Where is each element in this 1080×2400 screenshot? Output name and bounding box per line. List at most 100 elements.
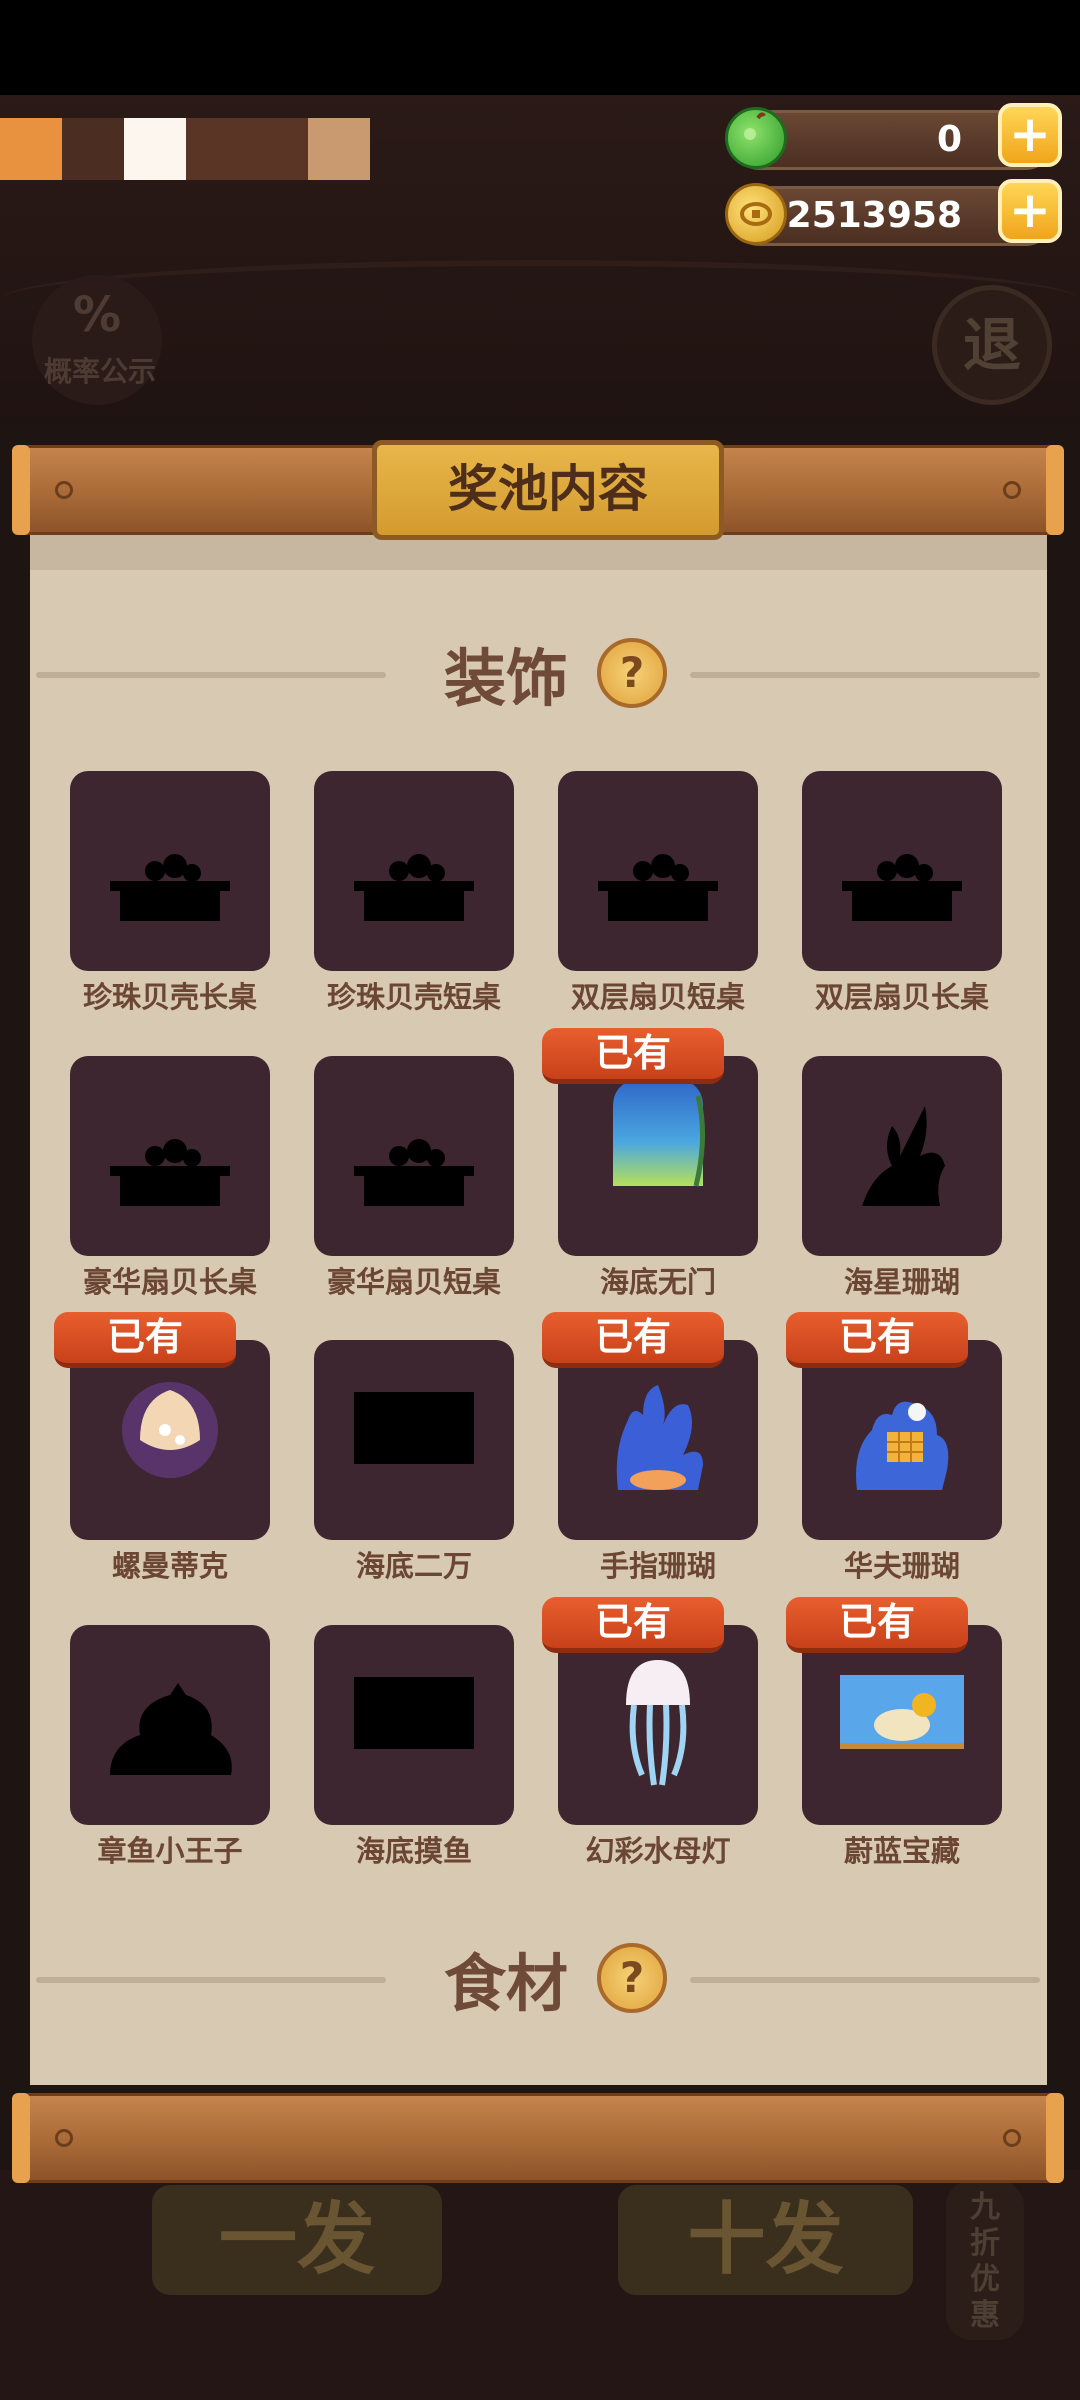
decor-section-header: 装饰 ? — [30, 628, 1047, 718]
divider-right — [690, 672, 1040, 678]
owned-badge: 已有 — [542, 1312, 724, 1368]
table-silhouette-icon — [110, 1139, 230, 1206]
decor-item-icon-box[interactable] — [802, 1625, 1002, 1825]
nail-icon — [1003, 481, 1021, 499]
decor-item-name: 海底二万 — [355, 1549, 472, 1583]
decor-item-icon-box[interactable] — [558, 1340, 758, 1540]
treasure-painting-icon — [840, 1675, 964, 1749]
decor-item-icon-box[interactable] — [70, 1625, 270, 1825]
panel-bottom-plank — [12, 2093, 1064, 2183]
owned-badge: 已有 — [54, 1312, 236, 1368]
decor-item[interactable]: 幻彩水母灯 已有 — [542, 1597, 758, 1868]
decor-item-name: 手指珊瑚 — [599, 1549, 716, 1583]
decor-item[interactable]: 螺曼蒂克 已有 — [54, 1312, 270, 1583]
decor-item-name: 海底无门 — [599, 1265, 716, 1299]
owned-badge: 已有 — [542, 1597, 724, 1653]
ingredients-help-icon[interactable]: ? — [597, 1943, 667, 2013]
ingredients-section-title: 食材 — [444, 1947, 569, 2020]
gold-coin-icon — [725, 183, 787, 245]
color-swatch-5 — [308, 118, 370, 180]
decor-item-name: 华夫珊瑚 — [843, 1549, 960, 1583]
decor-item[interactable]: 豪华扇贝短桌 — [314, 1056, 514, 1299]
coral-silhouette-icon — [862, 1106, 945, 1206]
decor-item[interactable]: 华夫珊瑚 已有 — [786, 1312, 1002, 1583]
rect-silhouette-icon — [354, 1392, 474, 1464]
header-arch — [0, 260, 1080, 426]
table-silhouette-icon — [354, 854, 474, 921]
decor-item[interactable]: 手指珊瑚 已有 — [542, 1312, 758, 1583]
plank-cap-left — [12, 2093, 30, 2183]
color-swatch-1 — [0, 118, 62, 180]
nail-icon — [55, 481, 73, 499]
decor-item[interactable]: 海底摸鱼 — [314, 1625, 514, 1868]
table-silhouette-icon — [354, 1139, 474, 1206]
decor-item-icon-box[interactable] — [70, 1340, 270, 1540]
decor-item[interactable]: 珍珠贝壳长桌 — [70, 771, 270, 1014]
probability-label[interactable]: 概率公示 — [20, 350, 180, 390]
decor-item[interactable]: 海底二万 — [314, 1340, 514, 1583]
divider-left — [36, 672, 386, 678]
plank-cap-right — [1046, 445, 1064, 535]
rect-silhouette-icon — [354, 1677, 474, 1749]
decor-item-icon-box[interactable] — [802, 771, 1002, 971]
decor-item[interactable]: 蔚蓝宝藏 已有 — [786, 1597, 1002, 1868]
divider-left — [36, 1977, 386, 1983]
table-silhouette-icon — [110, 854, 230, 921]
color-swatch-3 — [124, 118, 186, 180]
ten-draw-button[interactable]: 十发 — [618, 2185, 913, 2295]
decor-item-icon-box[interactable] — [314, 771, 514, 971]
add-gems-button[interactable]: + — [998, 103, 1062, 167]
owned-badge: 已有 — [786, 1312, 968, 1368]
decor-item-icon-box[interactable] — [558, 1625, 758, 1825]
octopus-silhouette-icon — [110, 1683, 232, 1775]
decor-item-icon-box[interactable] — [558, 771, 758, 971]
waffle-coral-icon — [856, 1401, 949, 1490]
decor-item-icon-box[interactable] — [802, 1056, 1002, 1256]
green-gem-icon — [725, 107, 787, 169]
exit-button[interactable]: 退 — [932, 285, 1052, 405]
owned-badge: 已有 — [786, 1597, 968, 1653]
decor-item[interactable]: 豪华扇贝长桌 — [70, 1056, 270, 1299]
panel-title: 奖池内容 — [372, 440, 724, 540]
color-swatch-2 — [62, 118, 124, 180]
nail-icon — [1003, 2129, 1021, 2147]
decor-item-name: 豪华扇贝长桌 — [82, 1265, 257, 1299]
decor-item[interactable]: 章鱼小王子 — [70, 1625, 270, 1868]
single-draw-button[interactable]: 一发 — [152, 2185, 442, 2295]
decor-item[interactable]: 双层扇贝短桌 — [558, 771, 758, 1014]
decor-item-name: 海底摸鱼 — [355, 1834, 472, 1868]
decor-item-name: 珍珠贝壳短桌 — [326, 980, 501, 1014]
decor-item-name: 蔚蓝宝藏 — [843, 1834, 960, 1868]
finger-coral-icon — [616, 1385, 703, 1490]
decor-item[interactable]: 海星珊瑚 — [802, 1056, 1002, 1299]
decor-item-name: 珍珠贝壳长桌 — [82, 980, 257, 1014]
decor-item-icon-box[interactable] — [70, 1056, 270, 1256]
decor-item-icon-box[interactable] — [558, 1056, 758, 1256]
decor-item[interactable]: 海底无门 已有 — [542, 1028, 758, 1299]
percent-icon: % — [72, 287, 122, 343]
decor-item[interactable]: 珍珠贝壳短桌 — [314, 771, 514, 1014]
add-coins-button[interactable]: + — [998, 179, 1062, 243]
decor-item-name: 螺曼蒂克 — [111, 1549, 228, 1583]
jellyfish-lamp-icon — [626, 1660, 690, 1786]
decor-item-icon-box[interactable] — [70, 771, 270, 971]
decor-section-title: 装饰 — [444, 642, 569, 715]
table-silhouette-icon — [598, 854, 718, 921]
decor-item-icon-box[interactable] — [314, 1625, 514, 1825]
color-swatch-4 — [186, 118, 308, 180]
coin-count: 2513958 — [786, 195, 962, 236]
decor-item[interactable]: 双层扇贝长桌 — [802, 771, 1002, 1014]
owned-badge: 已有 — [542, 1028, 724, 1084]
ingredients-section-header: 食材 ? — [30, 1933, 1047, 2023]
plank-cap-left — [12, 445, 30, 535]
table-silhouette-icon — [842, 854, 962, 921]
ocean-door-icon — [613, 1076, 705, 1187]
decor-item-name: 幻彩水母灯 — [585, 1834, 731, 1868]
decor-item-icon-box[interactable] — [314, 1056, 514, 1256]
divider-right — [690, 1977, 1040, 1983]
decor-item-icon-box[interactable] — [802, 1340, 1002, 1540]
decor-item-name: 章鱼小王子 — [97, 1834, 243, 1868]
decor-help-icon[interactable]: ? — [597, 638, 667, 708]
decor-item-icon-box[interactable] — [314, 1340, 514, 1540]
prize-pool-panel: 装饰 ? 珍珠贝壳长桌 珍珠贝壳短桌 双层扇贝短桌 双层扇贝长桌豪华扇贝长桌 豪华扇贝短… — [30, 520, 1047, 2085]
